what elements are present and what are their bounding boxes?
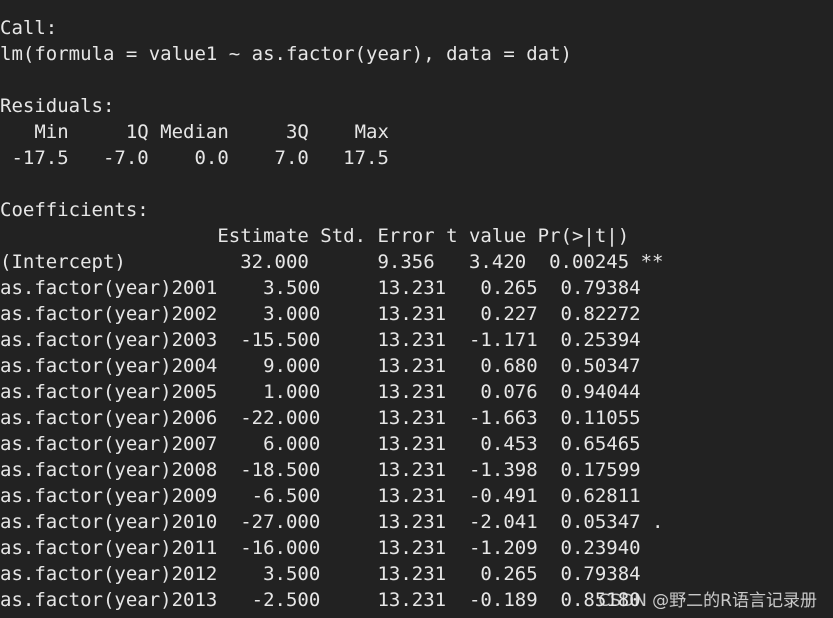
coefficient-row-2011: as.factor(year)2011 -16.000 13.231 -1.20… xyxy=(0,537,675,559)
coefficient-row-2002: as.factor(year)2002 3.000 13.231 0.227 0… xyxy=(0,303,675,325)
coefficient-row-2004: as.factor(year)2004 9.000 13.231 0.680 0… xyxy=(0,355,675,377)
call-header: Call: xyxy=(0,17,58,39)
coefficient-row-2005: as.factor(year)2005 1.000 13.231 0.076 0… xyxy=(0,381,675,403)
console-output: Call: lm(formula = value1 ~ as.factor(yea… xyxy=(0,0,833,613)
call-formula: lm(formula = value1 ~ as.factor(year), d… xyxy=(0,43,572,65)
coefficient-row-intercept: (Intercept) 32.000 9.356 3.420 0.00245 *… xyxy=(0,251,664,273)
coefficient-row-2008: as.factor(year)2008 -18.500 13.231 -1.39… xyxy=(0,459,675,481)
coefficients-column-headers: Estimate Std. Error t value Pr(>|t|) xyxy=(0,225,664,247)
coefficient-row-2010: as.factor(year)2010 -27.000 13.231 -2.04… xyxy=(0,511,675,533)
coefficient-row-2012: as.factor(year)2012 3.500 13.231 0.265 0… xyxy=(0,563,675,585)
residuals-header: Residuals: xyxy=(0,95,115,117)
coefficient-row-2001: as.factor(year)2001 3.500 13.231 0.265 0… xyxy=(0,277,675,299)
coefficient-row-2003: as.factor(year)2003 -15.500 13.231 -1.17… xyxy=(0,329,675,351)
residuals-quantile-labels: Min 1Q Median 3Q Max xyxy=(0,121,401,143)
coefficient-row-2007: as.factor(year)2007 6.000 13.231 0.453 0… xyxy=(0,433,675,455)
coefficient-row-2009: as.factor(year)2009 -6.500 13.231 -0.491… xyxy=(0,485,675,507)
coefficient-row-2006: as.factor(year)2006 -22.000 13.231 -1.66… xyxy=(0,407,675,429)
coefficients-header: Coefficients: xyxy=(0,199,149,221)
csdn-watermark: CSDN @野二的R语言记录册 xyxy=(598,591,817,611)
residuals-quantile-values: -17.5 -7.0 0.0 7.0 17.5 xyxy=(0,147,401,169)
r-console[interactable]: Call: lm(formula = value1 ~ as.factor(yea… xyxy=(0,0,833,618)
